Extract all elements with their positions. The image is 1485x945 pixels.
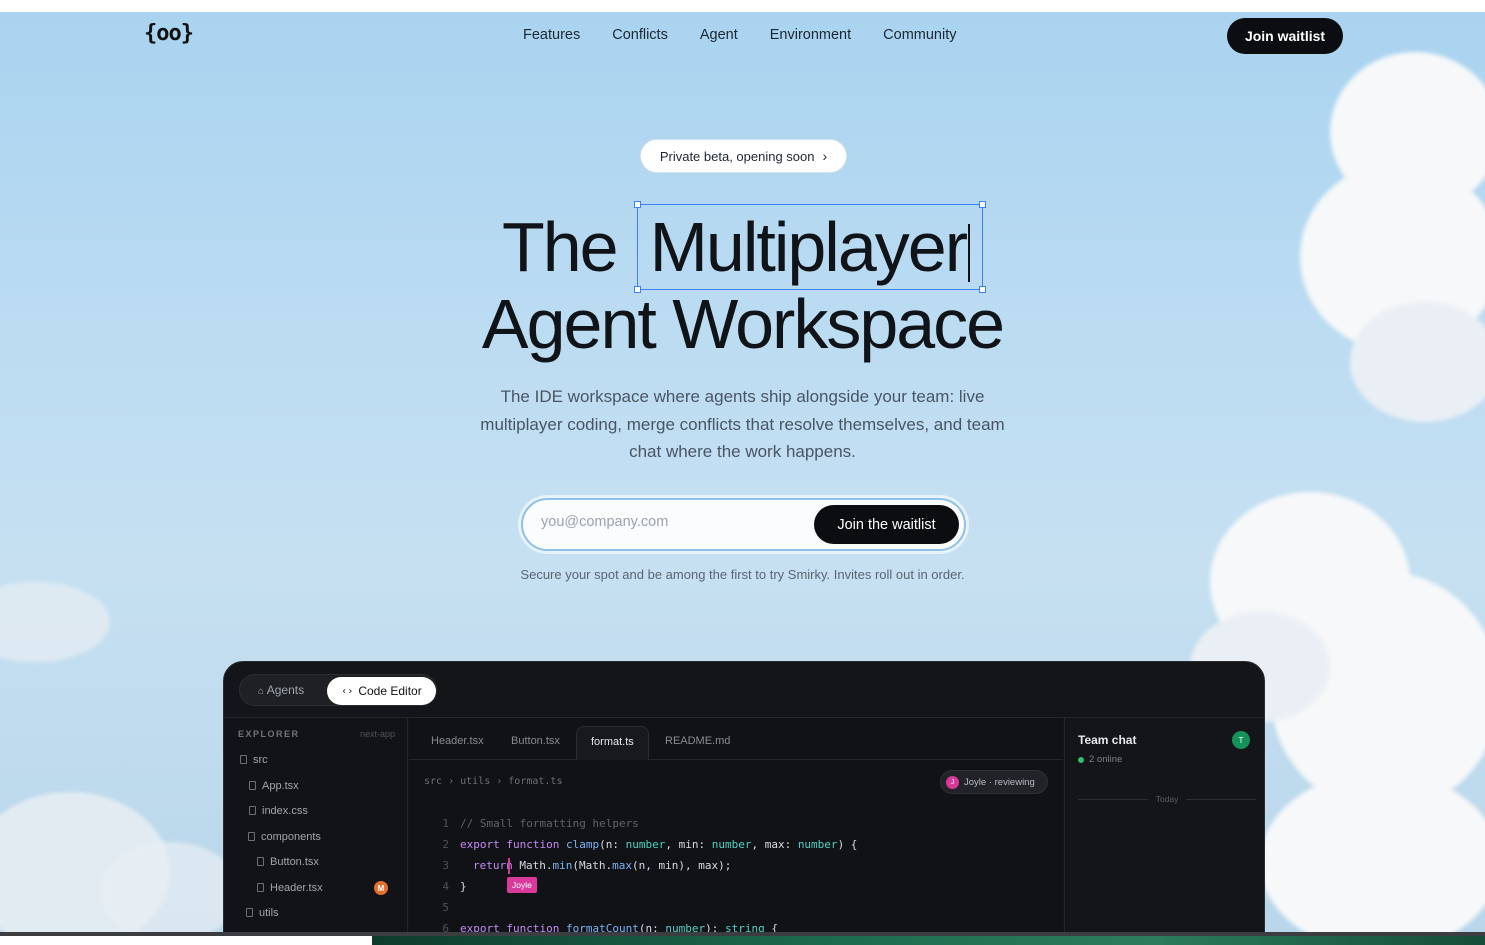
team-chat-panel: Team chat T 2 online Today — [1064, 718, 1264, 940]
cloud — [0, 582, 110, 662]
date-divider: Today — [1078, 794, 1256, 804]
avatar[interactable]: T — [1232, 731, 1250, 749]
tab-code-editor-label: Code Editor — [358, 684, 422, 698]
code-line: } — [460, 880, 467, 893]
tree-item-components[interactable]: components — [248, 831, 321, 843]
tree-item-label: src — [253, 754, 268, 766]
online-status: 2 online — [1078, 754, 1122, 765]
nav-link-conflicts[interactable]: Conflicts — [612, 27, 668, 43]
ide-toolbar: ⌂ Agents ‹› Code Editor — [224, 662, 1264, 718]
code-line: export function clamp(n: number, min: nu… — [460, 838, 858, 851]
online-dot-icon — [1078, 756, 1084, 763]
line-number: 2 — [442, 838, 449, 851]
date-divider-label: Today — [1155, 794, 1179, 804]
file-icon — [249, 781, 256, 790]
join-the-waitlist-button[interactable]: Join the waitlist — [814, 505, 959, 544]
collaborator-cursor-label: Joyle — [507, 877, 537, 893]
nav-link-features[interactable]: Features — [523, 27, 580, 43]
code-editor: Header.tsx Button.tsx format.ts README.m… — [409, 718, 1063, 940]
hero-title-word-multiplayer: Multiplayer — [649, 208, 968, 286]
hero-subtitle: The IDE workspace where agents ship alon… — [480, 387, 1005, 461]
file-icon — [240, 755, 247, 764]
logo[interactable]: {oo} — [144, 21, 194, 46]
tree-item-label: utils — [259, 907, 279, 919]
tree-item-label: Header.tsx — [270, 882, 323, 894]
next-section-edge — [0, 932, 1485, 945]
view-switcher: ⌂ Agents ‹› Code Editor — [239, 674, 437, 706]
folder-icon — [248, 832, 255, 841]
modified-badge: M — [374, 881, 388, 895]
team-chat-title: Team chat — [1078, 733, 1137, 747]
code-line: // Small formatting helpers — [460, 817, 639, 830]
beta-pill[interactable]: Private beta, opening soon › — [640, 139, 847, 173]
beta-pill-label: Private beta, opening soon — [659, 148, 815, 164]
email-signup-form: Join the waitlist — [521, 498, 966, 551]
code-line: return Math.min(Math.max(n, min), max); — [473, 859, 732, 872]
tree-item-label: index.css — [262, 805, 308, 817]
editor-tab-readme-md[interactable]: README.md — [665, 735, 730, 747]
file-icon — [257, 883, 264, 892]
tab-code-editor[interactable]: ‹› Code Editor — [327, 677, 436, 705]
tree-item-header-tsx[interactable]: Header.tsx — [257, 882, 323, 894]
cloud — [100, 842, 240, 932]
nav-link-community[interactable]: Community — [883, 27, 956, 43]
hero-title-word-the: The — [501, 208, 619, 286]
tree-item-app-tsx[interactable]: App.tsx — [249, 780, 299, 792]
hero-title-selection: Multiplayer — [633, 201, 987, 293]
folder-icon — [246, 908, 253, 917]
hero-title-line1: The Multiplayer — [0, 201, 1485, 293]
main-nav: Features Conflicts Agent Environment Com… — [523, 27, 988, 43]
line-number: 3 — [442, 859, 449, 872]
line-number: 1 — [442, 817, 449, 830]
nav-link-environment[interactable]: Environment — [770, 27, 851, 43]
editor-tab-button-tsx[interactable]: Button.tsx — [511, 735, 560, 747]
reviewer-label: Joyle · reviewing — [964, 776, 1035, 788]
tab-agents[interactable]: ⌂ Agents — [258, 683, 304, 697]
email-input[interactable] — [541, 514, 801, 530]
file-breadcrumb: src › utils › format.ts — [424, 776, 563, 787]
avatar: J — [946, 775, 959, 789]
workspace-name: next-app — [359, 729, 395, 739]
signup-note: Secure your spot and be among the first … — [520, 567, 965, 582]
file-icon — [257, 857, 264, 866]
tree-item-utils[interactable]: utils — [246, 907, 279, 919]
next-section-preview — [372, 936, 1485, 945]
join-waitlist-button[interactable]: Join waitlist — [1227, 18, 1343, 54]
online-count: 2 online — [1089, 754, 1123, 765]
reviewer-badge[interactable]: J Joyle · reviewing — [940, 770, 1048, 794]
line-number: 4 — [442, 880, 449, 893]
tree-item-label: components — [261, 831, 321, 843]
tree-item-label: Button.tsx — [270, 856, 319, 868]
line-number: 5 — [442, 901, 449, 914]
nav-link-agent[interactable]: Agent — [700, 27, 738, 43]
tree-item-src[interactable]: src — [240, 754, 268, 766]
resize-handle — [633, 201, 641, 208]
text-caret — [968, 223, 971, 282]
chevron-right-icon: › — [822, 148, 828, 164]
tree-item-button-tsx[interactable]: Button.tsx — [257, 856, 319, 868]
tree-item-index-css[interactable]: index.css — [249, 805, 308, 817]
hero-title-line2: Agent Workspace — [481, 285, 1005, 363]
cloud — [1260, 772, 1485, 932]
editor-tabs: Header.tsx Button.tsx format.ts README.m… — [409, 718, 1063, 760]
bag-icon: ⌂ — [258, 686, 265, 697]
explorer-header: EXPLORER — [238, 729, 300, 739]
tab-agents-label: Agents — [266, 683, 305, 697]
editor-tab-format-ts[interactable]: format.ts — [576, 726, 649, 760]
code-icon: ‹› — [341, 685, 354, 697]
file-explorer: EXPLORER next-app src App.tsx index.css … — [224, 718, 408, 940]
ide-preview: ⌂ Agents ‹› Code Editor EXPLORER next-app… — [223, 661, 1265, 941]
tree-item-label: App.tsx — [262, 780, 299, 792]
resize-handle — [979, 201, 987, 208]
file-icon — [249, 806, 256, 815]
editor-tab-header-tsx[interactable]: Header.tsx — [431, 735, 484, 747]
collaborator-cursor — [508, 858, 510, 874]
